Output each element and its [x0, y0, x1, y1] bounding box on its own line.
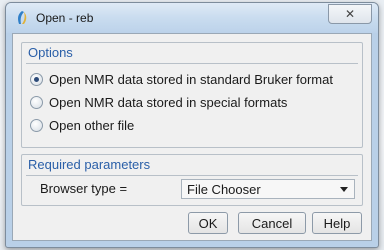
cancel-button[interactable]: Cancel — [238, 212, 306, 234]
browser-type-value: File Chooser — [187, 182, 261, 197]
close-button[interactable]: ✕ — [328, 4, 372, 24]
help-button[interactable]: Help — [312, 212, 362, 234]
chevron-down-icon[interactable] — [340, 187, 348, 192]
dialog-content: Options Open NMR data stored in standard… — [12, 33, 372, 241]
radio-label: Open other file — [49, 117, 135, 133]
radio-label: Open NMR data stored in standard Bruker … — [49, 71, 333, 87]
radio-button[interactable] — [30, 95, 43, 109]
browser-type-select[interactable]: File Chooser — [181, 179, 355, 199]
open-dialog: Open - reb ✕ Options Open NMR data store… — [5, 2, 379, 248]
radio-button-checked[interactable] — [30, 72, 43, 86]
close-icon: ✕ — [344, 7, 356, 21]
options-divider — [26, 63, 358, 64]
radio-other-file[interactable]: Open other file — [30, 116, 134, 134]
ok-button[interactable]: OK — [188, 212, 228, 234]
options-group-title: Options — [28, 45, 73, 60]
radio-standard-bruker[interactable]: Open NMR data stored in standard Bruker … — [30, 70, 333, 88]
required-parameters-group: Required parameters Browser type = File … — [21, 154, 363, 206]
radio-button[interactable] — [30, 118, 43, 132]
options-group: Options Open NMR data stored in standard… — [21, 42, 363, 148]
required-group-title: Required parameters — [28, 157, 151, 172]
required-divider — [26, 175, 358, 176]
window-title: Open - reb — [36, 11, 94, 25]
radio-special-formats[interactable]: Open NMR data stored in special formats — [30, 93, 287, 111]
title-bar[interactable]: Open - reb ✕ — [6, 3, 378, 33]
radio-label: Open NMR data stored in special formats — [49, 94, 288, 110]
app-icon — [18, 11, 27, 24]
browser-type-label: Browser type = — [40, 181, 128, 196]
